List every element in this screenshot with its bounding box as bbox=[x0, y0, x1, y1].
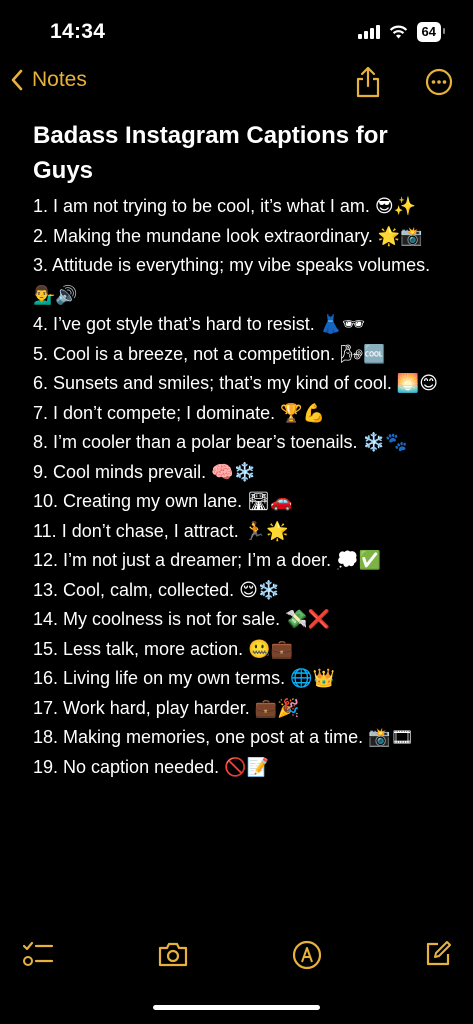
caption-emoji: 🧠❄️ bbox=[211, 461, 256, 483]
cellular-signal-icon bbox=[357, 25, 380, 39]
caption-line: 17. Work hard, play harder. 💼🎉 bbox=[33, 694, 453, 724]
caption-text: 13. Cool, calm, collected. bbox=[33, 579, 235, 600]
battery-indicator: 64 bbox=[416, 22, 446, 42]
caption-emoji: 🤐💼 bbox=[248, 638, 293, 660]
caption-text: 1. I am not trying to be cool, it’s what… bbox=[33, 196, 370, 216]
caption-text: 9. Cool minds prevail. bbox=[33, 461, 207, 482]
caption-line: 10. Creating my own lane. 🛣🚗 bbox=[33, 487, 453, 517]
caption-emoji: 🌟📸 bbox=[377, 225, 423, 247]
caption-text: 6. Sunsets and smiles; that’s my kind of… bbox=[33, 373, 392, 393]
caption-text: 17. Work hard, play harder. bbox=[33, 697, 250, 718]
caption-emoji: 🏃🌟 bbox=[243, 520, 289, 542]
caption-text: 7. I don’t compete; I dominate. bbox=[33, 402, 276, 423]
caption-text: 18. Making memories, one post at a time. bbox=[33, 727, 364, 747]
share-icon[interactable] bbox=[355, 66, 381, 98]
caption-text: 5. Cool is a breeze, not a competition. bbox=[33, 343, 336, 364]
navigation-bar: Notes bbox=[0, 64, 473, 104]
caption-text: 14. My coolness is not for sale. bbox=[33, 609, 281, 629]
caption-emoji: 😌❄️ bbox=[239, 579, 281, 601]
caption-line: 8. I’m cooler than a polar bear’s toenai… bbox=[33, 428, 453, 458]
caption-emoji: 💭✅ bbox=[336, 550, 381, 571]
nav-actions bbox=[355, 66, 453, 98]
caption-text: 15. Less talk, more action. bbox=[33, 638, 244, 659]
camera-icon[interactable] bbox=[157, 940, 189, 968]
note-body[interactable]: Badass Instagram Captions for Guys 1. I … bbox=[33, 118, 453, 782]
status-icons: 64 bbox=[357, 22, 446, 42]
caption-text: 2. Making the mundane look extraordinary… bbox=[33, 225, 373, 246]
battery-level: 64 bbox=[421, 24, 436, 39]
caption-text: 19. No caption needed. bbox=[33, 756, 220, 777]
caption-line: 5. Cool is a breeze, not a competition. … bbox=[33, 340, 453, 370]
caption-line: 11. I don’t chase, I attract. 🏃🌟 bbox=[33, 517, 453, 547]
caption-line: 4. I’ve got style that’s hard to resist.… bbox=[33, 310, 453, 340]
bottom-toolbar bbox=[0, 936, 473, 980]
caption-emoji: 🚫📝 bbox=[224, 756, 269, 778]
caption-emoji: 💼🎉 bbox=[254, 697, 300, 719]
caption-emoji: ❄️🐾 bbox=[362, 432, 408, 453]
caption-line: 7. I don’t compete; I dominate. 🏆💪 bbox=[33, 399, 453, 429]
caption-line: 19. No caption needed. 🚫📝 bbox=[33, 753, 453, 783]
caption-emoji: 👗🕶 bbox=[319, 314, 366, 335]
status-bar: 14:34 64 bbox=[0, 0, 473, 60]
caption-emoji: 🌬🆒 bbox=[340, 343, 386, 365]
caption-text: 3. Attitude is everything; my vibe speak… bbox=[33, 255, 431, 275]
status-time: 14:34 bbox=[50, 20, 106, 43]
caption-line: 1. I am not trying to be cool, it’s what… bbox=[33, 192, 453, 222]
caption-line: 13. Cool, calm, collected. 😌❄️ bbox=[33, 576, 453, 606]
chevron-left-icon bbox=[11, 69, 23, 91]
caption-text: 11. I don’t chase, I attract. bbox=[33, 520, 239, 541]
caption-line: 9. Cool minds prevail. 🧠❄️ bbox=[33, 458, 453, 488]
caption-text: 16. Living life on my own terms. bbox=[33, 668, 286, 688]
caption-text: 4. I’ve got style that’s hard to resist. bbox=[33, 314, 315, 334]
caption-emoji: 🛣🚗 bbox=[247, 491, 293, 512]
back-button[interactable]: Notes bbox=[10, 68, 87, 92]
caption-line: 6. Sunsets and smiles; that’s my kind of… bbox=[33, 369, 453, 399]
caption-emoji: 🌅😊 bbox=[396, 373, 439, 394]
caption-emoji: 📸🎞 bbox=[368, 727, 414, 748]
caption-emoji: 💁‍♂️🔊 bbox=[33, 284, 78, 306]
caption-text: 10. Creating my own lane. bbox=[33, 491, 243, 511]
markup-icon[interactable] bbox=[292, 940, 322, 970]
caption-text: 8. I’m cooler than a polar bear’s toenai… bbox=[33, 432, 358, 452]
caption-line: 16. Living life on my own terms. 🌐👑 bbox=[33, 664, 453, 694]
wifi-icon bbox=[389, 25, 407, 39]
compose-icon[interactable] bbox=[424, 940, 452, 968]
caption-emoji: 💸❌ bbox=[285, 609, 330, 630]
caption-line: 15. Less talk, more action. 🤐💼 bbox=[33, 635, 453, 665]
caption-line: 12. I’m not just a dreamer; I’m a doer. … bbox=[33, 546, 453, 576]
caption-line: 18. Making memories, one post at a time.… bbox=[33, 723, 453, 753]
checklist-icon[interactable] bbox=[22, 940, 54, 970]
caption-text: 12. I’m not just a dreamer; I’m a doer. bbox=[33, 550, 332, 570]
caption-line: 14. My coolness is not for sale. 💸❌ bbox=[33, 605, 453, 635]
back-label: Notes bbox=[32, 68, 87, 91]
caption-list: 1. I am not trying to be cool, it’s what… bbox=[33, 192, 453, 782]
caption-emoji: 🏆💪 bbox=[280, 402, 325, 424]
more-icon[interactable] bbox=[425, 68, 453, 96]
caption-line: 2. Making the mundane look extraordinary… bbox=[33, 222, 453, 252]
caption-emoji: 😎✨ bbox=[374, 196, 417, 217]
caption-emoji: 🌐👑 bbox=[290, 668, 335, 689]
caption-line: 3. Attitude is everything; my vibe speak… bbox=[33, 251, 453, 310]
home-indicator[interactable] bbox=[153, 1005, 320, 1010]
note-title: Badass Instagram Captions for Guys bbox=[33, 122, 388, 184]
